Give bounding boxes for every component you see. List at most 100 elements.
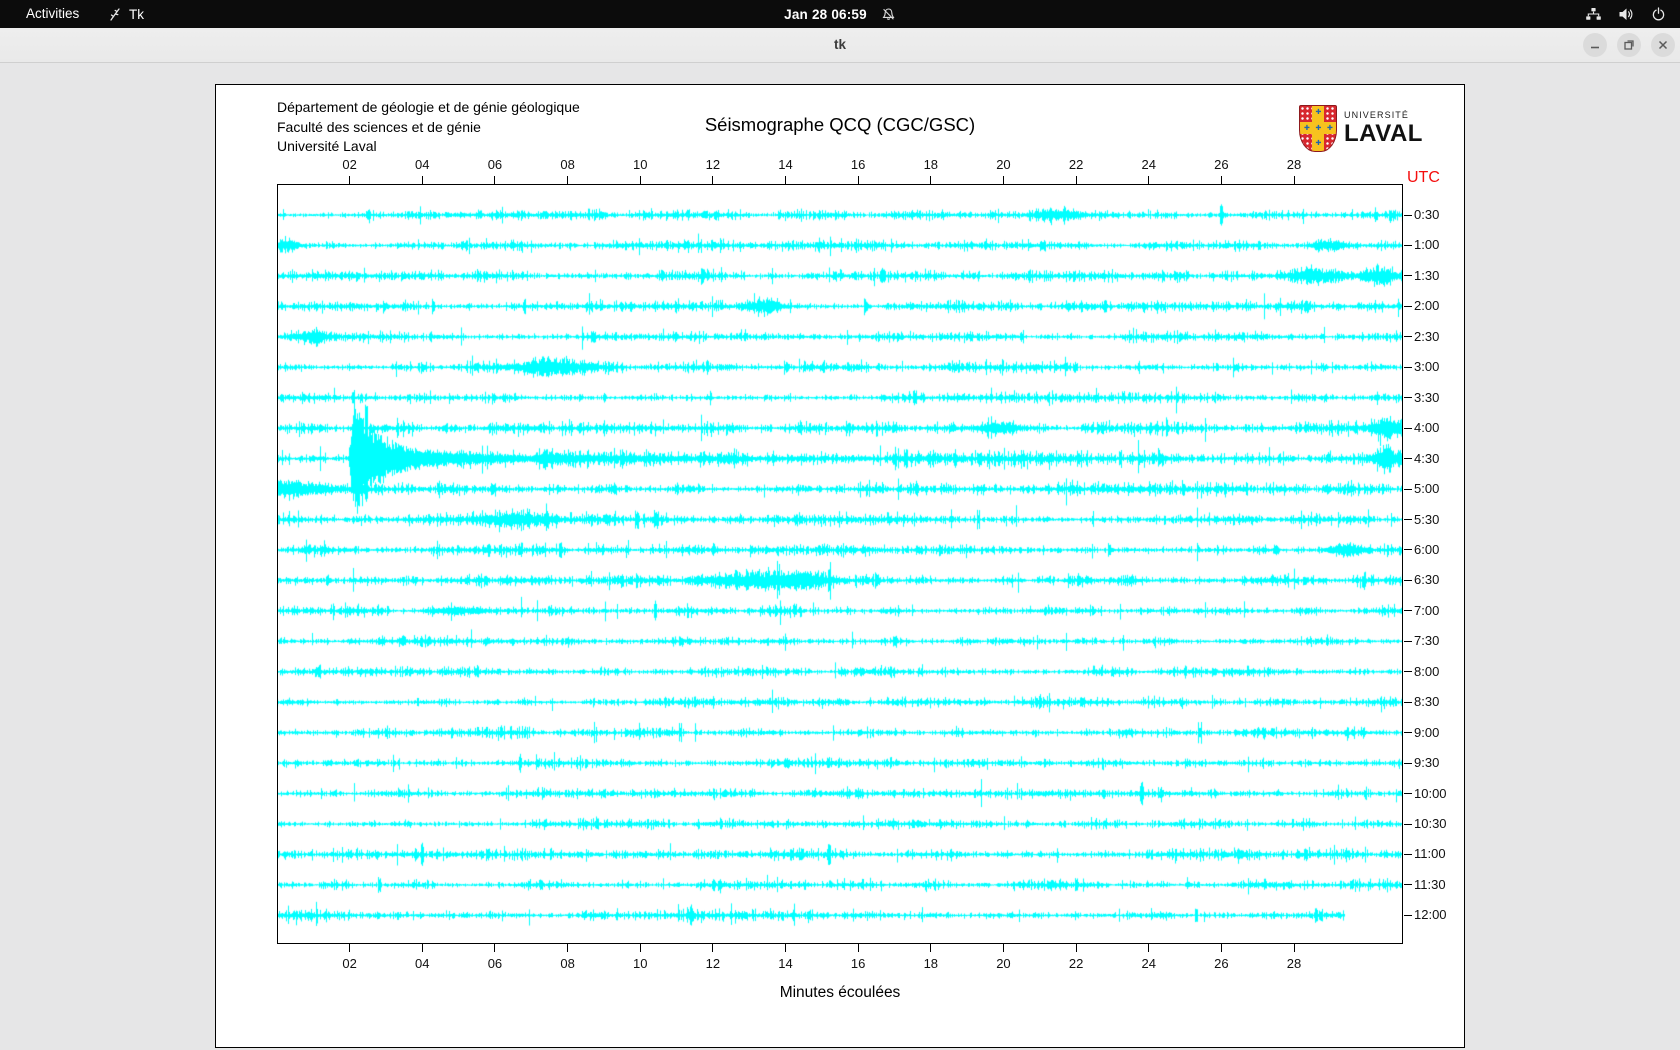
minimize-button[interactable] (1583, 33, 1607, 57)
y-tick (1404, 519, 1412, 520)
x-tick-top (567, 176, 569, 184)
x-tick-label-top: 12 (705, 157, 721, 172)
x-tick-label-bottom: 02 (342, 956, 357, 971)
y-tick-label: 9:30 (1414, 755, 1440, 771)
y-tick (1404, 884, 1412, 886)
power-icon (1651, 6, 1666, 22)
utc-axis-label: UTC (1407, 169, 1440, 186)
x-tick-label-bottom: 22 (1068, 956, 1084, 971)
y-tick-label: 10:30 (1414, 816, 1447, 831)
y-tick (1404, 427, 1412, 429)
x-tick-top (1220, 176, 1222, 184)
x-tick-label-top: 20 (996, 157, 1011, 172)
y-tick-label: 4:00 (1414, 420, 1440, 436)
y-tick (1404, 336, 1412, 338)
x-tick-top (639, 176, 641, 184)
x-tick-label-top: 04 (415, 157, 430, 172)
x-tick-top (1148, 176, 1150, 184)
y-tick (1404, 732, 1412, 734)
x-tick-top (1075, 176, 1077, 184)
x-tick-top (712, 176, 714, 184)
x-tick-label-bottom: 12 (705, 956, 721, 971)
x-tick-label-top: 16 (850, 157, 866, 172)
y-tick-label: 11:30 (1414, 876, 1446, 892)
x-tick-label-bottom: 06 (487, 956, 503, 971)
y-tick-label: 1:00 (1414, 237, 1440, 253)
y-tick (1404, 458, 1412, 460)
x-tick-bottom (639, 944, 641, 952)
y-tick (1404, 579, 1412, 581)
x-tick-bottom (494, 944, 496, 952)
x-tick-top (857, 176, 859, 184)
x-tick-label-top: 24 (1141, 157, 1156, 172)
x-tick-bottom (1148, 944, 1150, 952)
close-icon (1657, 39, 1669, 51)
seismogram-traces (277, 184, 1403, 944)
logo-laval-label: LAVAL (1344, 120, 1423, 147)
y-tick-label: 2:30 (1414, 328, 1440, 344)
y-tick (1404, 610, 1412, 612)
activities-button[interactable]: Activities (16, 0, 89, 28)
x-tick-label-bottom: 28 (1286, 956, 1302, 971)
laval-shield-icon: ✚ ✚ ✚ ✚ ✚ (1299, 105, 1337, 152)
x-axis-title: Minutes écoulées (779, 984, 901, 1001)
y-tick-label: 4:30 (1414, 450, 1440, 466)
y-tick-label: 8:00 (1414, 663, 1440, 679)
y-tick (1404, 640, 1412, 642)
system-status-area[interactable] (1585, 0, 1666, 28)
x-tick-bottom (1220, 944, 1222, 952)
x-tick-label-top: 14 (778, 157, 793, 172)
x-tick-top (785, 176, 787, 184)
y-tick-label: 12:00 (1414, 907, 1447, 923)
x-tick-label-top: 08 (560, 157, 575, 172)
x-tick-top (1293, 176, 1295, 184)
close-button[interactable] (1651, 33, 1675, 57)
x-tick-label-top: 10 (632, 157, 648, 172)
y-tick (1404, 366, 1412, 368)
x-tick-label-top: 02 (342, 157, 357, 172)
universite-laval-logo: ✚ ✚ ✚ ✚ ✚ UNIVERSITÉ LAVAL (1299, 105, 1423, 152)
x-tick-bottom (349, 944, 351, 952)
tk-feather-icon (108, 7, 122, 22)
network-icon (1585, 7, 1602, 22)
focused-app-menu[interactable]: Tk (108, 0, 144, 28)
y-tick-label: 7:30 (1414, 633, 1440, 649)
x-tick-label-top: 28 (1286, 157, 1302, 172)
maximize-button[interactable] (1617, 33, 1641, 57)
x-tick-bottom (1002, 944, 1004, 952)
y-tick-label: 3:00 (1414, 359, 1440, 375)
window-titlebar[interactable]: tk (0, 28, 1680, 63)
y-tick-label: 8:30 (1414, 694, 1440, 710)
x-tick-label-top: 06 (487, 157, 503, 172)
y-tick-label: 7:00 (1414, 602, 1440, 618)
x-tick-label-bottom: 26 (1214, 956, 1229, 971)
y-tick (1404, 823, 1412, 825)
y-tick-label: 6:00 (1414, 541, 1440, 557)
x-tick-bottom (857, 944, 859, 952)
app-name-label: Tk (129, 6, 144, 22)
logo-universite-label: UNIVERSITÉ (1344, 110, 1410, 120)
x-tick-label-top: 26 (1214, 157, 1229, 172)
y-tick (1404, 397, 1412, 399)
y-tick-label: 0:30 (1414, 207, 1440, 222)
clock-label[interactable]: Jan 28 06:59 (784, 7, 867, 22)
y-tick-label: 11:00 (1414, 846, 1446, 862)
x-tick-label-bottom: 24 (1141, 956, 1156, 971)
y-tick-label: 9:00 (1414, 724, 1440, 740)
x-tick-label-bottom: 18 (923, 956, 939, 971)
y-tick (1404, 762, 1412, 764)
y-tick (1404, 244, 1412, 246)
x-tick-label-bottom: 20 (996, 956, 1011, 971)
x-tick-label-bottom: 04 (415, 956, 430, 971)
y-tick (1404, 305, 1412, 307)
y-tick (1404, 793, 1412, 795)
x-tick-label-bottom: 16 (850, 956, 866, 971)
y-tick-label: 2:00 (1414, 298, 1440, 314)
x-tick-top (421, 176, 423, 184)
x-tick-top (1002, 176, 1004, 184)
x-tick-label-bottom: 10 (632, 956, 648, 971)
x-tick-bottom (567, 944, 569, 952)
window-title: tk (833, 37, 846, 52)
x-tick-bottom (785, 944, 787, 952)
y-tick (1404, 488, 1412, 490)
